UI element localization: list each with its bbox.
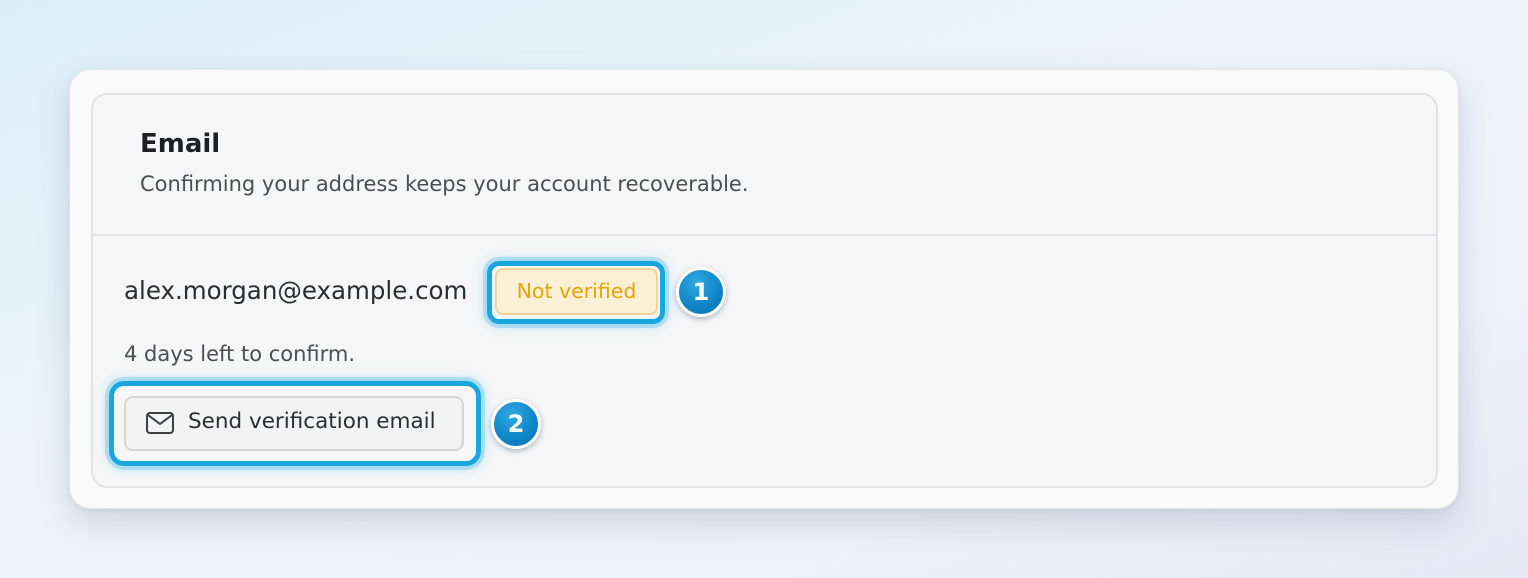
mail-icon xyxy=(146,412,174,434)
section-title: Email xyxy=(140,129,221,159)
status-badge: Not verified xyxy=(495,268,658,315)
step-marker-2: 2 xyxy=(491,399,541,449)
section-description: Confirming your address keeps your accou… xyxy=(140,172,749,196)
email-address: alex.morgan@example.com xyxy=(124,276,468,305)
section-divider xyxy=(93,234,1436,236)
step-marker-1: 1 xyxy=(676,267,726,317)
verification-countdown: 4 days left to confirm. xyxy=(124,342,356,366)
send-verification-label[interactable]: Send verification email xyxy=(188,406,436,438)
